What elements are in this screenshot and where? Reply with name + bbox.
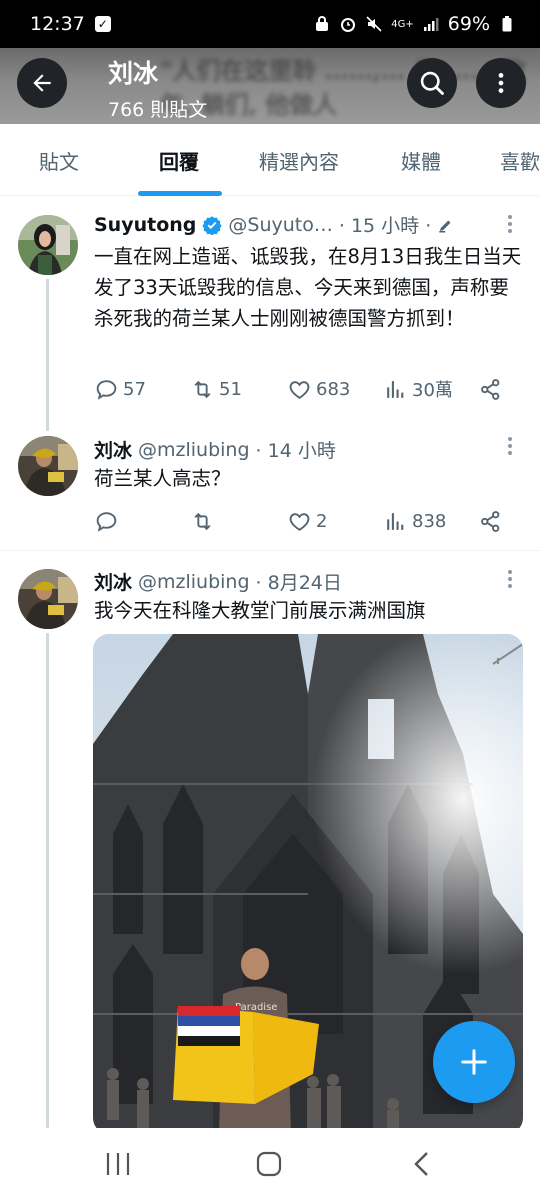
like-count: 2 bbox=[316, 510, 328, 532]
edit-pencil-icon bbox=[439, 220, 451, 232]
battery-icon bbox=[498, 15, 516, 33]
more-vertical-icon bbox=[498, 73, 504, 93]
like-button[interactable]: 2 bbox=[287, 506, 327, 536]
views-icon bbox=[387, 512, 404, 530]
view-count: 838 bbox=[412, 510, 447, 532]
like-icon bbox=[289, 512, 310, 531]
profile-name: 刘冰 bbox=[108, 59, 159, 88]
notification-check-icon: ✓ bbox=[94, 16, 111, 32]
avatar[interactable] bbox=[18, 436, 78, 496]
retweet-icon bbox=[194, 512, 211, 530]
reply-icon bbox=[96, 511, 117, 532]
tab-replies[interactable]: 回覆 bbox=[159, 124, 199, 196]
tweet-time: · 14 小時 bbox=[255, 440, 336, 462]
author-name[interactable]: Suyutong bbox=[94, 214, 196, 236]
share-icon bbox=[481, 378, 500, 400]
tab-posts[interactable]: 貼文 bbox=[39, 124, 79, 196]
tweet-text: 我今天在科隆大教堂门前展示满洲国旗 bbox=[94, 599, 426, 622]
back-arrow-icon bbox=[33, 74, 51, 92]
avatar[interactable] bbox=[18, 215, 78, 275]
author-name[interactable]: 刘冰 bbox=[94, 436, 132, 463]
search-button[interactable] bbox=[407, 58, 457, 108]
like-button[interactable]: 683 bbox=[287, 374, 350, 404]
tweet-more-button[interactable] bbox=[500, 437, 520, 455]
avatar[interactable] bbox=[18, 569, 78, 629]
profile-tabs: 貼文 回覆 精選內容 媒體 喜歡 bbox=[0, 124, 540, 196]
tweet-text: 一直在网上造谣、诋毁我，在8月13日我生日当天发了33天诋毁我的信息、今天来到德… bbox=[94, 245, 522, 330]
tweet-time: · 8月24日 bbox=[255, 572, 342, 594]
lock-icon bbox=[313, 15, 331, 33]
views-button[interactable]: 838 bbox=[383, 506, 446, 536]
tab-label: 貼文 bbox=[39, 149, 79, 174]
status-icons: 4G+ 69% bbox=[313, 13, 516, 35]
reply-icon bbox=[96, 379, 117, 400]
system-nav-bar bbox=[0, 1128, 540, 1200]
home-icon[interactable] bbox=[256, 1150, 282, 1178]
tab-label: 媒體 bbox=[401, 149, 441, 174]
views-icon bbox=[387, 380, 404, 398]
tweet-time: · 15 小時 · bbox=[338, 215, 432, 237]
tab-label: 精選內容 bbox=[259, 149, 339, 174]
author-handle[interactable]: @Suyuto… bbox=[228, 214, 332, 236]
view-count: 30萬 bbox=[412, 380, 453, 401]
tab-label: 喜歡 bbox=[500, 149, 540, 174]
reply-button[interactable] bbox=[94, 506, 123, 536]
tweet-more-button[interactable] bbox=[500, 570, 520, 588]
network-type: 4G+ bbox=[391, 18, 414, 30]
tab-highlights[interactable]: 精選內容 bbox=[259, 124, 339, 196]
like-count: 683 bbox=[316, 378, 351, 400]
tweet-header: 刘冰 @mzliubing · 14 小時 bbox=[94, 436, 336, 463]
retweet-icon bbox=[194, 380, 211, 398]
active-tab-indicator bbox=[138, 191, 222, 196]
compose-plus-icon bbox=[461, 1049, 487, 1075]
battery-level: 69% bbox=[447, 13, 490, 35]
retweet-button[interactable] bbox=[190, 506, 219, 536]
tweet-header: Suyutong @Suyuto… · 15 小時 · bbox=[94, 211, 455, 238]
retweet-button[interactable]: 51 bbox=[190, 374, 242, 404]
share-button[interactable] bbox=[478, 374, 503, 404]
tweet-header: 刘冰 @mzliubing · 8月24日 bbox=[94, 568, 342, 595]
tweet-text: 荷兰某人高志？ bbox=[94, 467, 231, 490]
profile-header: "人们在这里聆 ……,… 日 …… 数年, 躺们, 他做人 刘冰 766 則貼文 bbox=[0, 48, 540, 124]
share-icon bbox=[481, 510, 500, 532]
retweet-count: 51 bbox=[219, 378, 242, 400]
recent-apps-icon[interactable] bbox=[105, 1150, 131, 1178]
tweet[interactable]: Suyutong @Suyuto… · 15 小時 · 一直在网上造谣、诋毁我，… bbox=[0, 197, 540, 431]
thread-line bbox=[46, 279, 49, 431]
tweet-actions: 2 838 bbox=[94, 506, 514, 536]
compose-button[interactable] bbox=[433, 1021, 515, 1103]
mute-icon bbox=[365, 15, 383, 33]
search-icon bbox=[420, 71, 444, 95]
like-icon bbox=[289, 380, 310, 399]
signal-icon bbox=[422, 15, 440, 33]
views-button[interactable]: 30萬 bbox=[383, 374, 453, 404]
tab-media[interactable]: 媒體 bbox=[401, 124, 441, 196]
tweet-more-button[interactable] bbox=[500, 215, 520, 233]
thread-line bbox=[46, 633, 49, 1133]
author-handle[interactable]: @mzliubing bbox=[138, 439, 250, 461]
status-bar: 12:37 ✓ 4G+ 69% bbox=[0, 0, 540, 48]
back-nav-icon[interactable] bbox=[409, 1150, 435, 1178]
tweet[interactable]: 刘冰 @mzliubing · 14 小時 荷兰某人高志？ 2 838 bbox=[0, 430, 540, 550]
alarm-icon bbox=[339, 15, 357, 33]
status-time: 12:37 bbox=[30, 13, 85, 35]
post-count: 766 則貼文 bbox=[108, 99, 208, 121]
author-name[interactable]: 刘冰 bbox=[94, 568, 132, 595]
tweet-actions: 57 51 683 30萬 bbox=[94, 374, 514, 404]
more-options-button[interactable] bbox=[476, 58, 526, 108]
reply-count: 57 bbox=[123, 378, 146, 400]
reply-button[interactable]: 57 bbox=[94, 374, 146, 404]
back-button[interactable] bbox=[17, 58, 67, 108]
share-button[interactable] bbox=[478, 506, 503, 536]
verified-badge-icon bbox=[202, 215, 223, 235]
tab-label: 回覆 bbox=[159, 149, 199, 174]
author-handle[interactable]: @mzliubing bbox=[138, 571, 250, 593]
tab-likes[interactable]: 喜歡 bbox=[500, 124, 540, 196]
